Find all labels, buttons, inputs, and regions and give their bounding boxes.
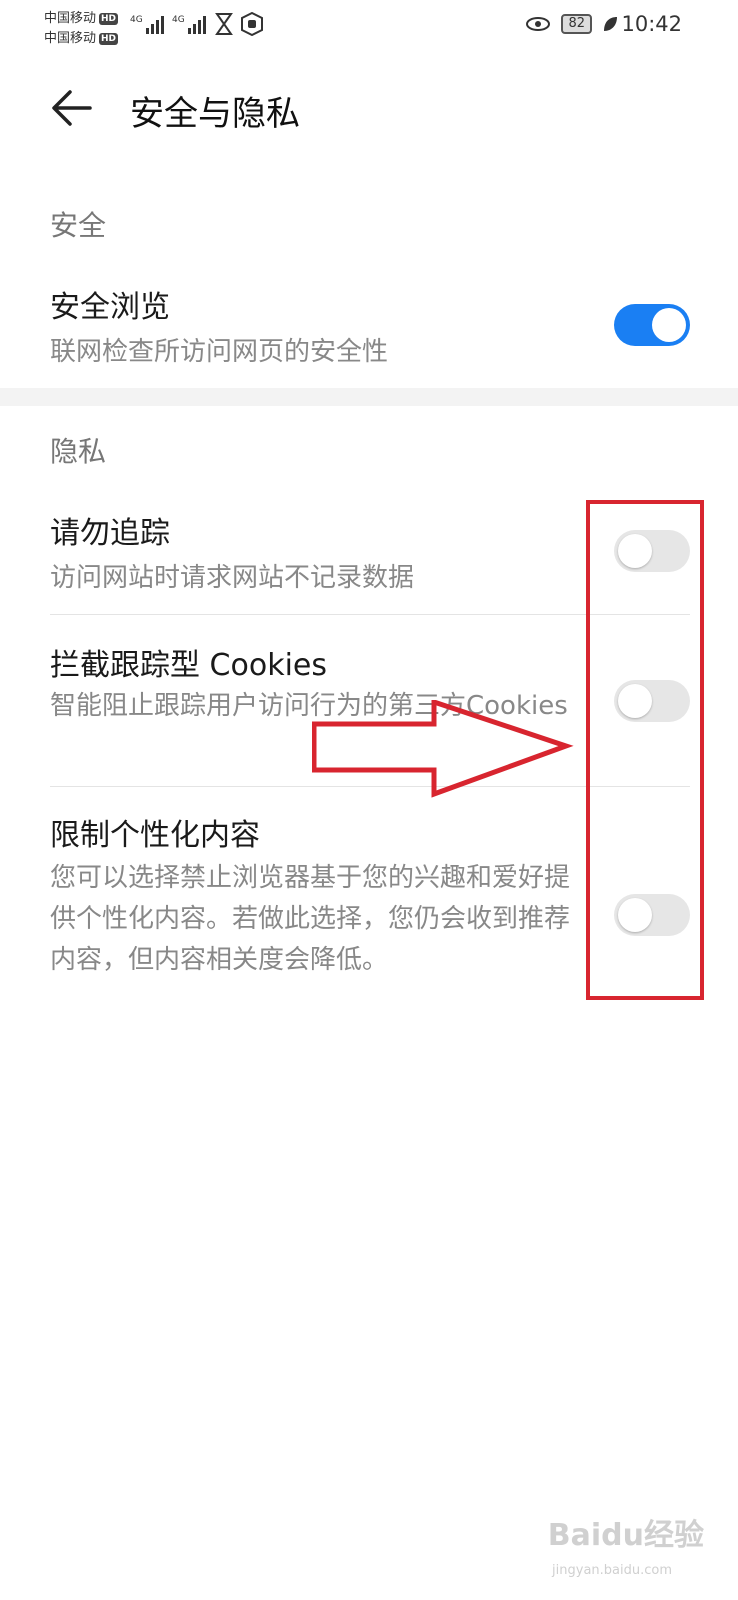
- hourglass-icon: [215, 13, 233, 35]
- page-title: 安全与隐私: [130, 94, 300, 134]
- status-bar: 中国移动 HD 中国移动 HD 4G 4G 82 10:42: [0, 0, 738, 48]
- shield-hand-icon: [241, 12, 263, 36]
- item-subtitle: 访问网站时请求网站不记录数据: [50, 563, 415, 593]
- switch-knob: [652, 308, 686, 342]
- item-subtitle: 您可以选择禁止浏览器基于您的兴趣和爱好提供个性化内容。若做此选择，您仍会收到推荐…: [50, 863, 571, 975]
- eye-comfort-icon: [526, 17, 551, 31]
- watermark-logo: Baidu经验: [547, 1518, 704, 1553]
- clock: 10:42: [621, 12, 682, 36]
- network-type: 4G: [130, 15, 143, 25]
- status-icons: 82: [525, 14, 618, 34]
- item-title: 拦截跟踪型 Cookies: [50, 648, 327, 683]
- section-label-security: 安全: [50, 209, 107, 242]
- app-bar: 安全与隐私: [0, 72, 738, 146]
- carrier-2: 中国移动 HD: [44, 31, 119, 46]
- annotation-highlight-box: [586, 500, 704, 1000]
- battery-indicator: 82: [561, 14, 592, 34]
- hd-badge: HD: [99, 32, 119, 45]
- hd-badge: HD: [99, 12, 119, 25]
- section-separator: [0, 388, 738, 406]
- item-title: 请勿追踪: [50, 516, 170, 551]
- section-label-privacy: 隐私: [50, 435, 107, 468]
- watermark-url: jingyan.baidu.com: [552, 1563, 672, 1578]
- item-title: 限制个性化内容: [50, 818, 260, 853]
- carrier-1: 中国移动 HD: [44, 11, 119, 26]
- item-title: 安全浏览: [50, 290, 170, 325]
- signal-icon: 4G: [130, 15, 164, 34]
- leaf-icon: [604, 17, 617, 31]
- back-arrow-icon[interactable]: [50, 88, 94, 128]
- signal-icon-2: 4G: [172, 15, 206, 34]
- annotation-arrow-icon: [312, 700, 574, 798]
- item-subtitle: 联网检查所访问网页的安全性: [50, 337, 389, 367]
- network-type-2: 4G: [172, 15, 185, 25]
- safe-browsing-switch[interactable]: [614, 304, 690, 346]
